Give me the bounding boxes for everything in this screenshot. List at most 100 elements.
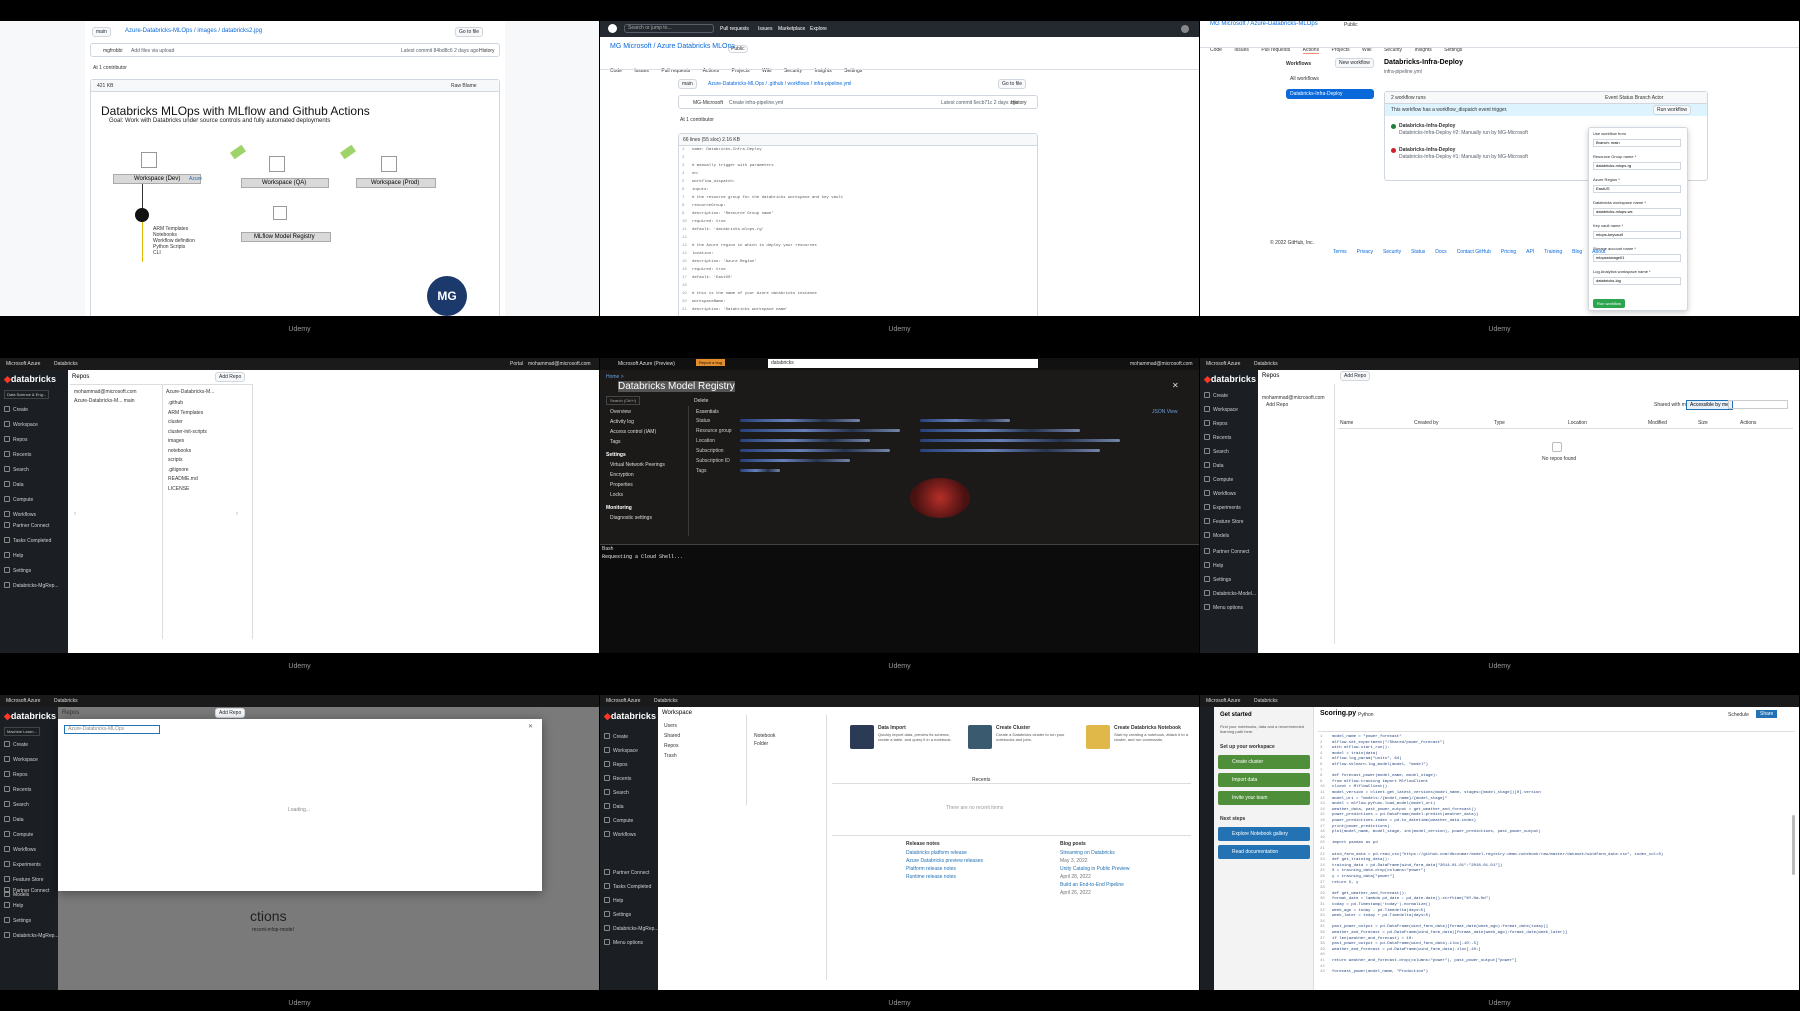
repo-file-item[interactable]: scripts [168,457,182,463]
release-note-link[interactable]: Runtime release notes [906,874,956,880]
run-workflow-button[interactable]: Run workflow [1653,105,1692,115]
create-menu-item[interactable]: Notebook [754,733,775,739]
repo-file-item[interactable]: LICENSE [168,486,189,492]
repo-file-item[interactable]: images [168,438,184,444]
tab-shared-with-me[interactable]: Shared with me [1654,402,1689,408]
resource-search[interactable]: Search (Ctrl+/) [606,396,641,405]
form-input[interactable]: databricks-mlops-rg [1593,162,1681,170]
nav-pull-requests[interactable]: Pull requests [720,26,749,32]
repo-entry[interactable]: Azure-Databricks-M... main [74,398,135,404]
resource-menu-item[interactable]: Access control (IAM) [610,429,656,435]
workspace-item[interactable]: Shared [664,733,680,739]
sidebar-item[interactable]: Search [4,466,29,473]
history-link[interactable]: History [479,48,495,54]
language-selector[interactable]: Python [1358,712,1374,718]
footer-link[interactable]: Training [1544,249,1562,255]
submit-run-button[interactable]: Run workflow [1593,299,1626,308]
search-input[interactable]: Search or jump to... [624,24,714,33]
workflow-item[interactable]: Databricks-Infra-Deploy [1286,89,1374,99]
blog-item[interactable]: Unity Catalog in Public Preview [1060,866,1129,872]
scroll-left-icon[interactable]: ‹ [74,511,76,517]
footer-link[interactable]: Pricing [1501,249,1516,255]
setup-item[interactable]: Create cluster [1218,755,1310,769]
sidebar-item[interactable]: Create [4,741,28,748]
form-input[interactable]: EastUS [1593,185,1681,193]
resource-menu-item[interactable]: Properties [610,482,633,488]
persona-switcher[interactable]: Data Science & Eng... [4,390,50,399]
sidebar-bottom-item[interactable]: Help [4,902,23,909]
report-bug-badge[interactable]: Report a bug [696,359,726,366]
user-folder[interactable]: mohammad@microsoft.com [1262,395,1325,401]
schedule-button[interactable]: Schedule [1728,712,1749,718]
sidebar-bottom-item[interactable]: Partner Connect [4,522,49,529]
resource-menu-item[interactable]: Overview [610,409,631,415]
sidebar-item[interactable]: Data [4,481,24,488]
sidebar-item[interactable]: Search [604,789,629,796]
footer-link[interactable]: About [1592,249,1605,255]
create-menu-item[interactable]: Folder [754,741,768,747]
avatar[interactable] [1181,25,1189,33]
sidebar-item[interactable]: Feature Store [1204,518,1244,525]
sidebar-bottom-item[interactable]: Partner Connect [604,869,649,876]
card-title[interactable]: Create Cluster [996,725,1030,731]
commit-message[interactable]: Add files via upload [131,48,174,54]
form-input[interactable]: mlops-keyvault [1593,231,1681,239]
sidebar-item[interactable]: Data [1204,462,1224,469]
sidebar-item[interactable]: Create [604,733,628,740]
footer-link[interactable]: Status [1411,249,1425,255]
form-input[interactable]: databricks-mlops-ws [1593,208,1681,216]
sidebar-item[interactable]: Repos [1204,420,1227,427]
footer-link[interactable]: Privacy [1357,249,1373,255]
sidebar-bottom-item[interactable]: Tasks Completed [604,883,651,890]
branch-selector[interactable]: main [678,79,697,89]
nav-explore[interactable]: Explore [810,26,827,32]
sidebar-bottom-item[interactable]: Partner Connect [1204,548,1249,555]
sidebar-item[interactable]: Recents [604,775,631,782]
sidebar-item[interactable]: Create [1204,392,1228,399]
sidebar-bottom-item[interactable]: Settings [1204,576,1231,583]
resource-menu-item[interactable]: Virtual Network Peerings [610,462,665,468]
sidebar-bottom-item[interactable]: Help [4,552,23,559]
commit-author[interactable]: mgfrobbi [103,48,122,54]
contributors[interactable]: At 1 contributor [93,65,127,71]
add-repo-button[interactable]: Add Repo [1340,371,1371,381]
tab-accessible-by-me[interactable]: Accessible by me [1686,400,1733,410]
search-input[interactable] [1728,400,1788,409]
commit-author[interactable]: MG-Microsoft [693,100,723,106]
sidebar-item[interactable]: Workflows [4,846,36,853]
sidebar-bottom-item[interactable]: Menu options [1204,604,1243,611]
new-workflow-button[interactable]: New workflow [1335,58,1374,68]
repo-file-item[interactable]: README.md [168,476,198,482]
sidebar-bottom-item[interactable]: Partner Connect [4,887,49,894]
history-link[interactable]: History [1011,100,1027,106]
sidebar-bottom-item[interactable]: Settings [4,567,31,574]
sidebar-bottom-item[interactable]: Settings [4,917,31,924]
sidebar-item[interactable]: Repos [4,771,27,778]
sidebar-item[interactable]: Recents [4,451,31,458]
user-folder[interactable]: mohammad@microsoft.com [74,389,137,395]
sidebar-item[interactable]: Experiments [4,861,41,868]
workspace-item[interactable]: Trash [664,753,677,759]
sidebar-item[interactable]: Search [1204,448,1229,455]
repo-name-input[interactable]: Azure-Databricks-MLOps [64,725,160,734]
sidebar-item[interactable]: Search [4,801,29,808]
footer-link[interactable]: Contact GitHub [1457,249,1491,255]
sidebar-item[interactable]: Create [4,406,28,413]
release-note-link[interactable]: Databricks platform release [906,850,967,856]
repo-file-item[interactable]: .gitignore [168,467,189,473]
sidebar-bottom-item[interactable]: Databricks-MgRep... [4,932,59,939]
sidebar-bottom-item[interactable]: Databricks-Model... [1204,590,1256,597]
sidebar-item[interactable]: Compute [604,817,633,824]
persona-switcher[interactable]: Machine Learn... [4,727,40,736]
sidebar-bottom-item[interactable]: Settings [604,911,631,918]
nav-issues[interactable]: Issues [758,26,772,32]
close-icon[interactable]: ✕ [528,723,533,730]
sidebar-bottom-item[interactable]: Tasks Completed [4,537,51,544]
breadcrumb[interactable]: Azure-Databricks-MLOps / images / databr… [125,28,262,34]
add-repo-button[interactable]: Add Repo [215,708,246,718]
commit-message[interactable]: Create infra-pipeline.yml [729,100,783,106]
sidebar-item[interactable]: Recents [1204,434,1231,441]
sidebar-item[interactable]: Compute [4,831,33,838]
sidebar-item[interactable]: Recents [4,786,31,793]
portal-link[interactable]: Portal [510,361,523,367]
